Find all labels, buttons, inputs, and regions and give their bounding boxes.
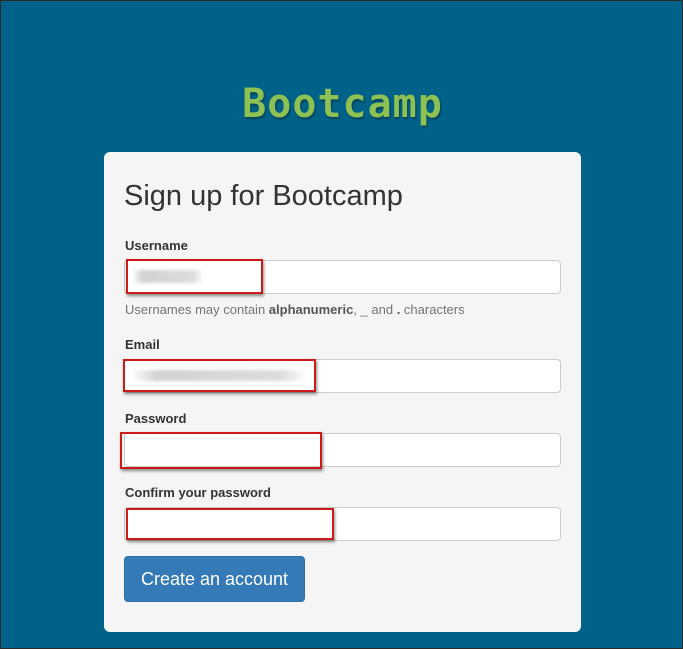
bootcamp-logo[interactable]: Bootcamp [1, 81, 682, 127]
email-input[interactable] [124, 359, 561, 393]
password-label: Password [125, 411, 187, 426]
page-frame: Bootcamp Sign up for Bootcamp Username U… [0, 0, 683, 649]
username-input[interactable] [124, 260, 561, 294]
username-help-text: Usernames may contain alphanumeric, _ an… [125, 302, 465, 317]
password-input[interactable] [124, 433, 561, 467]
signup-card: Sign up for Bootcamp Username Usernames … [104, 152, 581, 632]
confirm-password-label: Confirm your password [125, 485, 271, 500]
confirm-password-input[interactable] [124, 507, 561, 541]
create-account-button[interactable]: Create an account [124, 556, 305, 602]
email-label: Email [125, 337, 160, 352]
page-title: Sign up for Bootcamp [124, 180, 403, 212]
username-label: Username [125, 238, 188, 253]
